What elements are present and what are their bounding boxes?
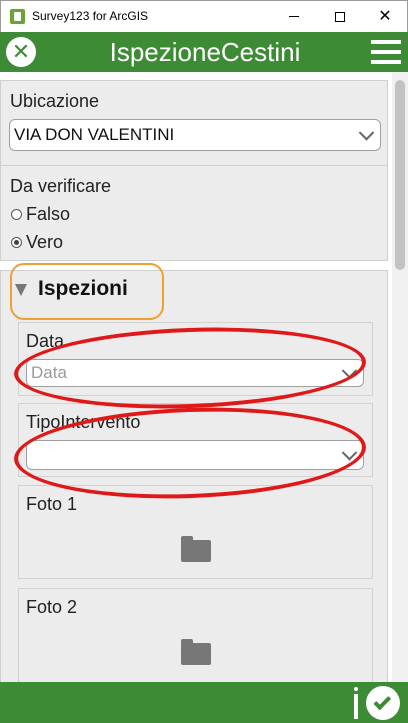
survey-title: IspezioneCestini (109, 37, 301, 67)
folder-icon[interactable] (181, 536, 211, 562)
chevron-down-icon (341, 445, 358, 461)
minimize-button[interactable] (271, 1, 317, 32)
tipointervento-label: TipoIntervento (26, 412, 141, 432)
tipointervento-select[interactable] (26, 440, 364, 470)
question-ubicazione: Ubicazione VIA DON VALENTINI (0, 80, 388, 166)
folder-icon[interactable] (181, 639, 211, 665)
close-icon: ✕ (378, 7, 392, 25)
foto2-label: Foto 2 (26, 597, 78, 617)
question-foto2: Foto 2 (18, 588, 373, 682)
submit-button[interactable] (366, 686, 400, 720)
minimize-icon (289, 16, 299, 17)
maximize-button[interactable] (317, 1, 363, 32)
survey123-app-icon (10, 9, 25, 24)
question-foto1: Foto 1 (18, 485, 373, 579)
radio-vero-label[interactable]: Vero (26, 232, 63, 253)
radio-falso[interactable] (11, 209, 22, 220)
form-scrollbar[interactable] (392, 72, 408, 682)
foto1-label: Foto 1 (26, 494, 78, 514)
scrollbar-thumb[interactable] (395, 80, 405, 270)
close-icon: ✕ (11, 39, 31, 64)
ubicazione-label: Ubicazione (10, 91, 100, 111)
question-da-verificare: Da verificare Falso Vero (0, 165, 388, 261)
chevron-down-icon (358, 125, 375, 141)
question-tipointervento: TipoIntervento (18, 403, 373, 477)
survey-form: Ubicazione VIA DON VALENTINI Da verifica… (0, 72, 392, 682)
chevron-down-icon (341, 363, 358, 379)
window-title: Survey123 for ArcGIS (32, 9, 149, 23)
maximize-icon (335, 11, 345, 22)
ubicazione-select[interactable]: VIA DON VALENTINI (9, 119, 381, 151)
data-date-picker[interactable]: Data (26, 359, 364, 387)
hamburger-menu-icon[interactable] (371, 40, 401, 64)
info-icon[interactable] (352, 687, 360, 719)
window-close-button[interactable]: ✕ (362, 1, 408, 32)
checkmark-icon (373, 692, 392, 710)
close-survey-button[interactable]: ✕ (6, 37, 36, 67)
app-header: ✕ IspezioneCestini (0, 32, 408, 72)
radio-falso-label[interactable]: Falso (26, 204, 70, 225)
window-titlebar: Survey123 for ArcGIS ✕ (0, 0, 408, 32)
data-placeholder: Data (31, 363, 67, 382)
da-verificare-label: Da verificare (10, 176, 112, 196)
ubicazione-value: VIA DON VALENTINI (14, 125, 175, 144)
collapse-triangle-icon[interactable] (15, 284, 27, 296)
data-label: Data (26, 331, 65, 351)
question-data: Data Data (18, 322, 373, 396)
group-ispezioni-title: Ispezioni (38, 277, 128, 300)
app-footer (0, 682, 408, 723)
radio-vero[interactable] (11, 237, 22, 248)
